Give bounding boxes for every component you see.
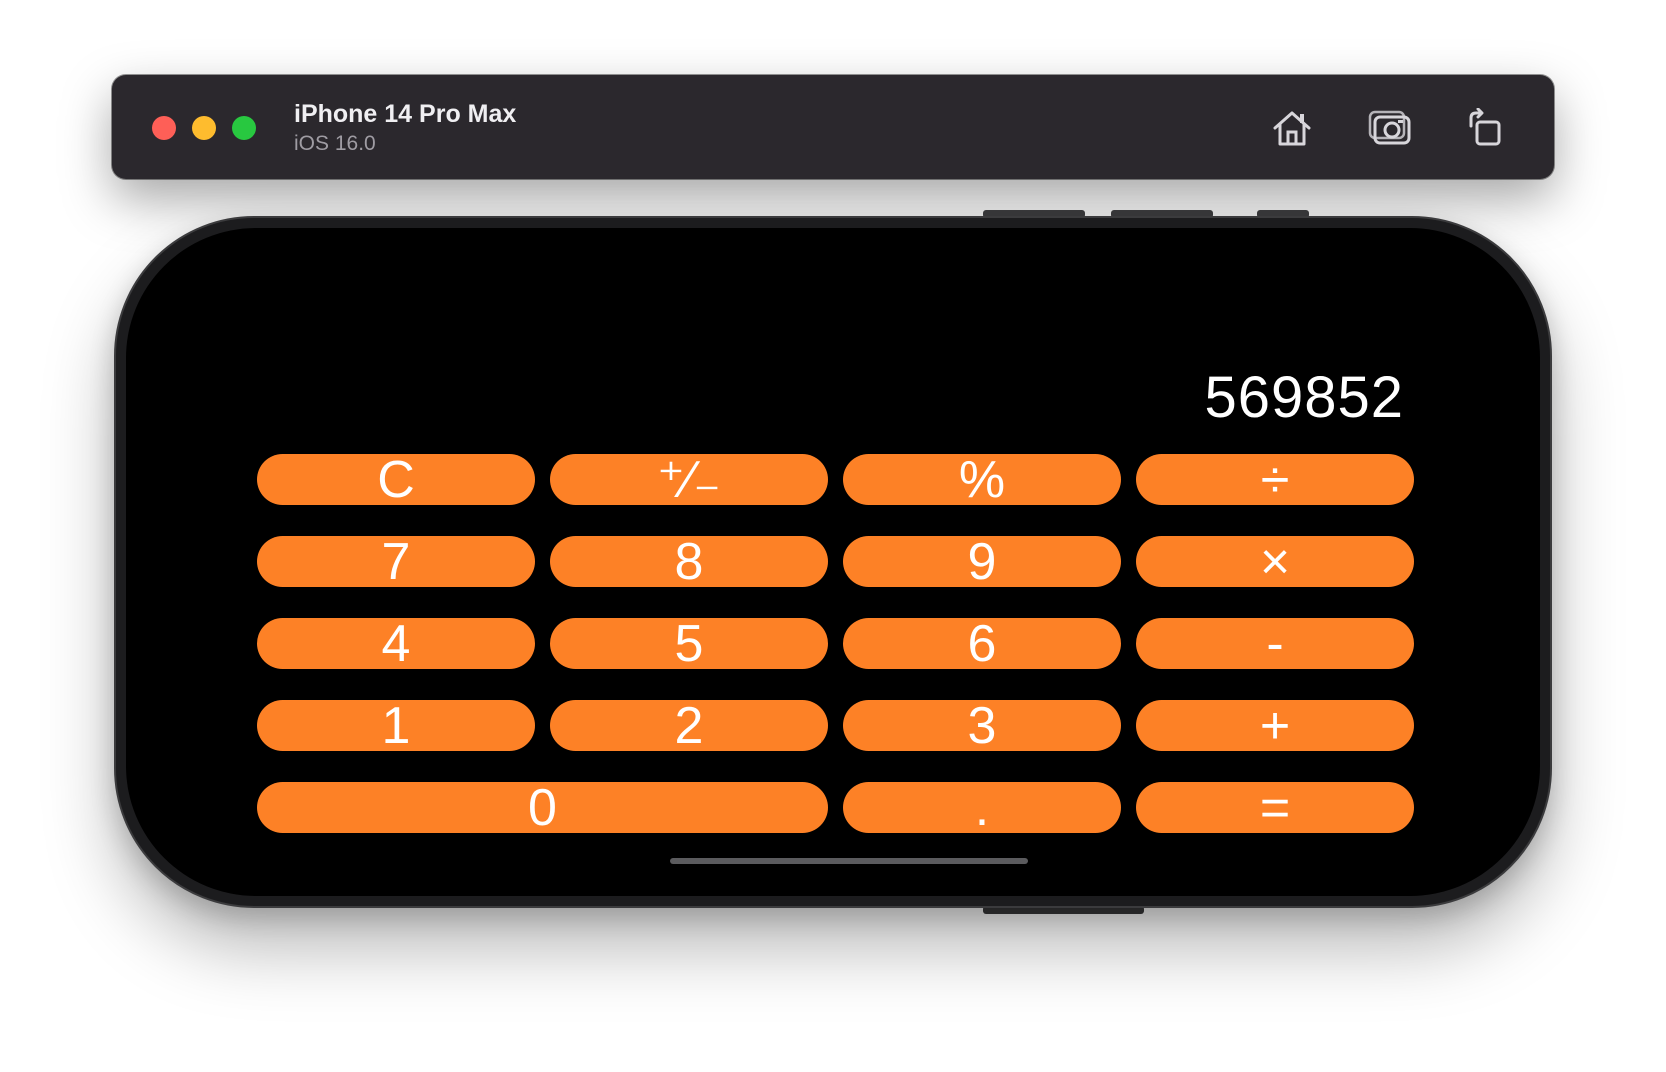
- key-digit-1-button[interactable]: 1: [257, 700, 535, 752]
- key-digit-6-button[interactable]: 6: [843, 618, 1121, 670]
- home-icon: [1273, 111, 1311, 146]
- device-name: iPhone 14 Pro Max: [294, 100, 517, 128]
- key-multiply-button[interactable]: ×: [1136, 536, 1414, 588]
- simulator-title-bar: iPhone 14 Pro Max iOS 16.0: [112, 75, 1554, 179]
- zoom-window-button[interactable]: [232, 116, 256, 140]
- rotate-button[interactable]: [1462, 105, 1508, 151]
- key-add-button[interactable]: +: [1136, 700, 1414, 752]
- screenshot-button[interactable]: [1367, 105, 1413, 151]
- rotate-icon: [1469, 108, 1501, 146]
- key-digit-7-button[interactable]: 7: [257, 536, 535, 588]
- key-decimal-button[interactable]: .: [843, 782, 1121, 834]
- key-subtract-button[interactable]: -: [1136, 618, 1414, 670]
- calculator-display: 569852: [1204, 365, 1404, 430]
- key-plus-minus-button[interactable]: ⁺∕₋: [550, 454, 828, 506]
- key-digit-2-button[interactable]: 2: [550, 700, 828, 752]
- calculator-keypad: C ⁺∕₋% ÷ 7 8 9 × 4 5 6- 1 2 3 +0. =: [257, 454, 1415, 834]
- key-equals-button[interactable]: =: [1136, 782, 1414, 834]
- home-indicator[interactable]: [670, 858, 1028, 864]
- minimize-window-button[interactable]: [192, 116, 216, 140]
- key-clear-button[interactable]: C: [257, 454, 535, 506]
- device-screen: 569852 C ⁺∕₋% ÷ 7 8 9 × 4 5 6- 1 2 3 +0. =: [126, 228, 1540, 896]
- key-percent-button[interactable]: %: [843, 454, 1121, 506]
- key-divide-button[interactable]: ÷: [1136, 454, 1414, 506]
- simulator-stage: iPhone 14 Pro Max iOS 16.0 569852 C ⁺∕₋ …: [0, 0, 1666, 1072]
- key-digit-9-button[interactable]: 9: [843, 536, 1121, 588]
- key-digit-3-button[interactable]: 3: [843, 700, 1121, 752]
- close-window-button[interactable]: [152, 116, 176, 140]
- key-digit-0-button[interactable]: 0: [257, 782, 828, 834]
- os-version: iOS 16.0: [294, 132, 376, 155]
- key-digit-8-button[interactable]: 8: [550, 536, 828, 588]
- key-digit-5-button[interactable]: 5: [550, 618, 828, 670]
- key-digit-4-button[interactable]: 4: [257, 618, 535, 670]
- iphone-frame: 569852 C ⁺∕₋% ÷ 7 8 9 × 4 5 6- 1 2 3 +0. =: [114, 216, 1552, 908]
- screenshot-icon: [1368, 110, 1411, 145]
- home-button[interactable]: [1269, 105, 1315, 151]
